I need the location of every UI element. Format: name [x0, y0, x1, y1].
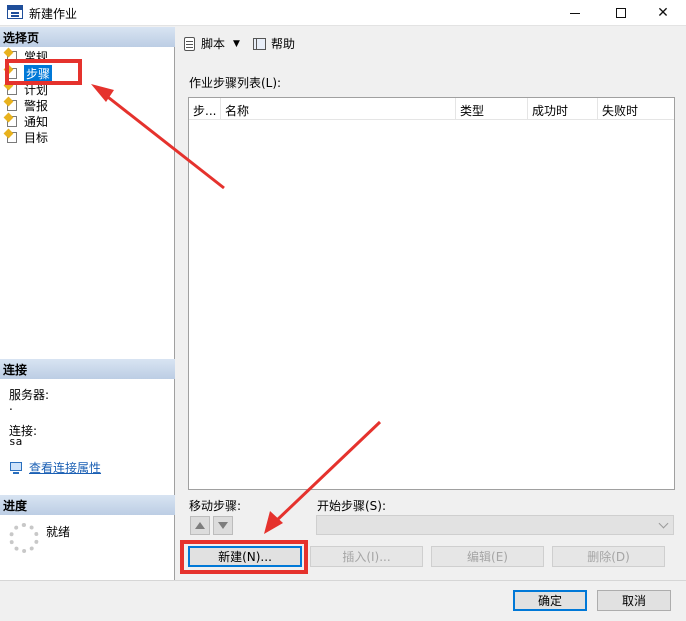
connection-properties-icon [9, 461, 25, 475]
ok-button[interactable]: 确定 [513, 590, 587, 611]
annotation-highlight-steps [5, 59, 82, 85]
app-icon [7, 5, 23, 19]
minimize-button[interactable] [552, 0, 598, 26]
maximize-button[interactable] [598, 0, 644, 26]
move-step-label: 移动步骤: [189, 499, 242, 513]
start-step-label: 开始步骤(S): [317, 499, 387, 513]
progress-header: 进度 [0, 495, 175, 515]
job-steps-grid[interactable]: 步... 名称 类型 成功时 失败时 [188, 97, 675, 490]
select-page-header: 选择页 [0, 27, 175, 47]
script-icon [182, 36, 198, 52]
page-icon [3, 96, 21, 112]
sidebar: 选择页 常规 步骤 计划 警报 通知 目标 连接 服务器: . 连接: sa 查… [0, 27, 175, 580]
arrow-down-icon [218, 522, 228, 529]
progress-spinner-icon [9, 523, 39, 553]
close-icon: ✕ [657, 5, 669, 21]
progress-status: 就绪 [46, 525, 71, 539]
start-step-select[interactable] [316, 515, 674, 535]
column-header-on-success[interactable]: 成功时 [528, 98, 598, 120]
close-button[interactable]: ✕ [640, 0, 686, 26]
maximize-icon [616, 8, 626, 18]
script-button[interactable]: 脚本 ▼ [182, 35, 240, 52]
help-label: 帮助 [271, 37, 296, 51]
column-header-on-failure[interactable]: 失败时 [598, 98, 674, 120]
page-icon [3, 128, 21, 144]
delete-step-button[interactable]: 删除(D) [552, 546, 665, 567]
move-up-button[interactable] [190, 516, 210, 535]
column-header-name[interactable]: 名称 [221, 98, 456, 120]
script-label: 脚本 [201, 37, 226, 51]
server-label: 服务器: [9, 388, 50, 402]
minimize-icon [570, 12, 580, 14]
page-icon [3, 112, 21, 128]
footer-divider [0, 580, 686, 581]
sidebar-item-alerts[interactable]: 警报 [3, 96, 49, 113]
sidebar-item-label: 警报 [24, 98, 49, 113]
column-header-step[interactable]: 步... [189, 98, 221, 120]
chevron-down-icon [658, 518, 669, 529]
column-header-type[interactable]: 类型 [456, 98, 528, 120]
toolbar: 脚本 ▼ 帮助 [176, 27, 686, 59]
chevron-down-icon: ▼ [233, 38, 240, 49]
annotation-highlight-new-button [180, 540, 308, 574]
sidebar-item-label: 目标 [24, 130, 49, 145]
view-connection-properties-link[interactable]: 查看连接属性 [9, 459, 101, 476]
arrow-up-icon [195, 522, 205, 529]
help-icon [252, 36, 268, 52]
job-steps-list-label: 作业步骤列表(L): [189, 76, 282, 90]
grid-header: 步... 名称 类型 成功时 失败时 [189, 98, 674, 120]
edit-step-button[interactable]: 编辑(E) [431, 546, 544, 567]
help-button[interactable]: 帮助 [252, 35, 295, 52]
connection-header: 连接 [0, 359, 175, 379]
view-connection-properties-label: 查看连接属性 [29, 461, 102, 475]
connection-value: sa [9, 435, 23, 448]
cancel-button[interactable]: 取消 [597, 590, 671, 611]
title-bar: 新建作业 ✕ [0, 0, 686, 26]
sidebar-item-label: 通知 [24, 114, 49, 129]
window-title: 新建作业 [29, 7, 78, 21]
move-down-button[interactable] [213, 516, 233, 535]
sidebar-item-targets[interactable]: 目标 [3, 128, 49, 145]
insert-step-button[interactable]: 插入(I)... [310, 546, 423, 567]
sidebar-item-notifications[interactable]: 通知 [3, 112, 49, 129]
server-value: . [9, 399, 13, 413]
